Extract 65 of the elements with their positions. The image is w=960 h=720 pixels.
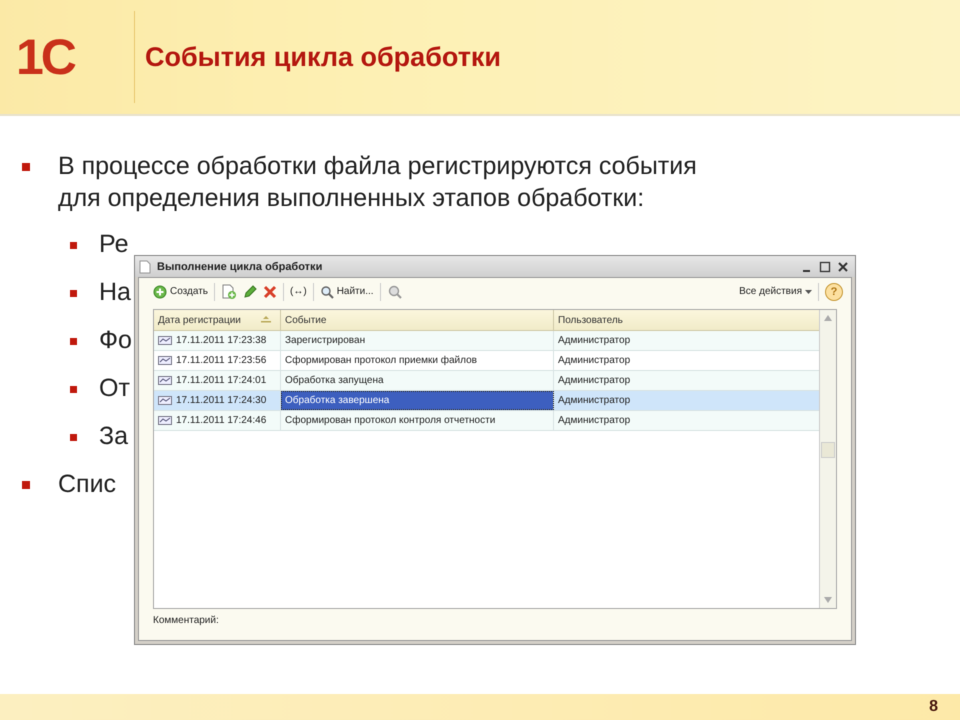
bullet-text: От <box>99 373 130 404</box>
bullet-icon <box>70 338 77 345</box>
all-actions-button[interactable]: Все действия <box>739 286 812 297</box>
table-cell: Зарегистрирован <box>281 331 554 350</box>
pencil-icon[interactable] <box>243 284 258 298</box>
record-icon <box>158 416 172 425</box>
record-icon <box>158 396 172 405</box>
add-icon <box>153 284 167 298</box>
table-cell: 17.11.2011 17:23:38 <box>154 331 281 350</box>
sort-icon <box>260 316 272 324</box>
close-icon[interactable] <box>837 260 849 272</box>
column-header[interactable]: Дата регистрации <box>154 310 281 330</box>
table-cell: 17.11.2011 17:24:46 <box>154 411 281 430</box>
column-header[interactable]: Событие <box>281 310 554 330</box>
table-cell: Обработка запущена <box>281 371 554 390</box>
table-cell-text: Администратор <box>557 414 632 428</box>
table-cell: Обработка завершена <box>281 391 554 410</box>
bullet-icon <box>70 290 77 297</box>
scroll-up-icon[interactable] <box>824 315 832 321</box>
record-icon <box>158 376 172 385</box>
slide-title: События цикла обработки <box>145 42 502 72</box>
table-cell-text: Администратор <box>557 334 632 348</box>
window-title: Выполнение цикла обработки <box>157 260 322 272</box>
scrollbar[interactable] <box>819 310 836 608</box>
logo: 1С <box>16 28 76 86</box>
bullet-icon <box>70 242 77 249</box>
bullet-text: Ре <box>99 229 128 260</box>
table-cell-text: Администратор <box>557 374 632 388</box>
bullet-icon <box>70 386 77 393</box>
maximize-icon[interactable] <box>819 260 831 272</box>
document-icon <box>139 260 151 274</box>
search-icon <box>320 284 334 298</box>
bullet-icon <box>22 163 30 171</box>
table-cell-text: Администратор <box>557 394 632 408</box>
column-header[interactable]: Пользователь <box>554 310 819 330</box>
record-icon <box>158 356 172 365</box>
comment-label: Комментарий: <box>152 614 220 628</box>
table-row[interactable]: 17.11.2011 17:24:30 Обработка завершена Администратор <box>154 391 819 411</box>
table-cell: Сформирован протокол приемки файлов <box>281 351 554 370</box>
table-row[interactable]: 17.11.2011 17:24:01 Обработка запущена Администратор <box>154 371 819 391</box>
bullet-text: На <box>99 277 131 308</box>
bullet-text: Спис <box>58 469 118 500</box>
table-row[interactable]: 17.11.2011 17:24:46 Сформирован протокол контроля отчетности Администратор <box>154 411 819 431</box>
page-number: 8 <box>929 698 938 716</box>
table-cell-text: Администратор <box>557 354 632 368</box>
caret-icon <box>805 290 812 294</box>
bullet-text: Фо <box>99 325 132 356</box>
search-icon[interactable] <box>386 284 403 300</box>
delete-icon[interactable] <box>263 284 278 298</box>
toolbar-button[interactable]: Создать <box>153 284 208 298</box>
table-row[interactable]: 17.11.2011 17:23:56 Сформирован протокол приемки файлов Администратор <box>154 351 819 371</box>
table-row[interactable]: 17.11.2011 17:23:38 Зарегистрирован Администратор <box>154 331 819 351</box>
bullet-icon <box>22 481 30 489</box>
bullet-icon <box>70 434 77 441</box>
bullet-text: За <box>99 421 128 452</box>
toolbar-button[interactable]: Найти... <box>320 284 374 298</box>
scroll-down-icon[interactable] <box>824 597 832 603</box>
record-icon <box>158 336 172 345</box>
table-cell: 17.11.2011 17:23:56 <box>154 351 281 370</box>
table-cell: 17.11.2011 17:24:01 <box>154 371 281 390</box>
table-cell: Сформирован протокол контроля отчетности <box>281 411 554 430</box>
scroll-thumb[interactable] <box>821 442 835 458</box>
bullet-text: В процессе обработки файла регистрируются события для определения выполненных этапов обработки: <box>58 151 698 214</box>
copy-icon[interactable] <box>221 284 238 300</box>
toolbar-button[interactable]: (↔) <box>290 286 307 297</box>
